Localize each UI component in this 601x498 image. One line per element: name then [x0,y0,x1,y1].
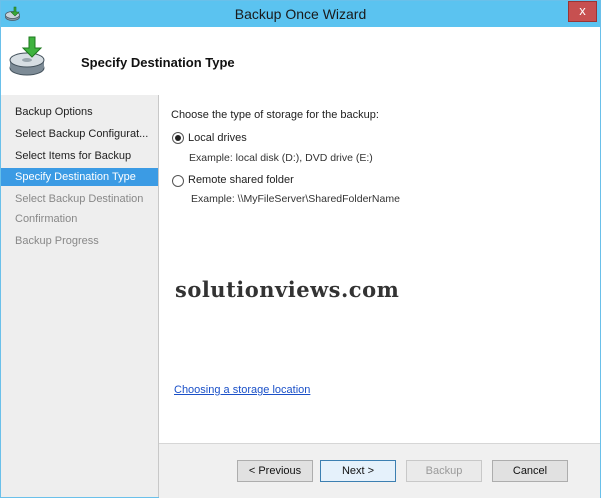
wizard-window: Backup Once Wizard x Specify Destination… [0,0,601,498]
content-panel: Choose the type of storage for the backu… [159,95,600,443]
remote-shared-folder-label[interactable]: Remote shared folder [188,174,294,186]
step-select-backup-configuration[interactable]: Select Backup Configurat... [1,125,158,143]
button-bar: < Previous Next > Backup Cancel [159,443,600,498]
window-title: Backup Once Wizard [234,6,367,22]
storage-location-help-link[interactable]: Choosing a storage location [174,384,310,396]
cancel-button[interactable]: Cancel [492,460,568,482]
step-specify-destination-type[interactable]: Specify Destination Type [1,168,158,186]
watermark-text: solutionviews.com [175,277,400,302]
close-button[interactable]: x [568,1,597,22]
step-select-backup-destination: Select Backup Destination [15,193,144,205]
previous-button[interactable]: < Previous [237,460,313,482]
page-title: Specify Destination Type [81,55,235,70]
wizard-header: Specify Destination Type [1,27,600,95]
step-backup-options[interactable]: Backup Options [1,103,158,121]
step-select-items[interactable]: Select Items for Backup [1,147,158,165]
local-drives-example: Example: local disk (D:), DVD drive (E:) [189,152,373,164]
storage-prompt: Choose the type of storage for the backu… [171,109,379,121]
step-backup-progress: Backup Progress [15,235,99,247]
remote-shared-folder-example: Example: \\MyFileServer\SharedFolderName [191,193,400,205]
next-button[interactable]: Next > [320,460,396,482]
wizard-steps: Backup Options Select Backup Configurat.… [1,95,159,497]
title-bar: Backup Once Wizard x [1,1,600,27]
close-icon: x [579,3,586,18]
local-drives-radio[interactable] [172,132,184,144]
remote-shared-folder-radio[interactable] [172,175,184,187]
disk-backup-icon [9,36,45,76]
local-drives-label[interactable]: Local drives [188,132,247,144]
step-confirmation: Confirmation [15,213,78,225]
backup-button: Backup [406,460,482,482]
